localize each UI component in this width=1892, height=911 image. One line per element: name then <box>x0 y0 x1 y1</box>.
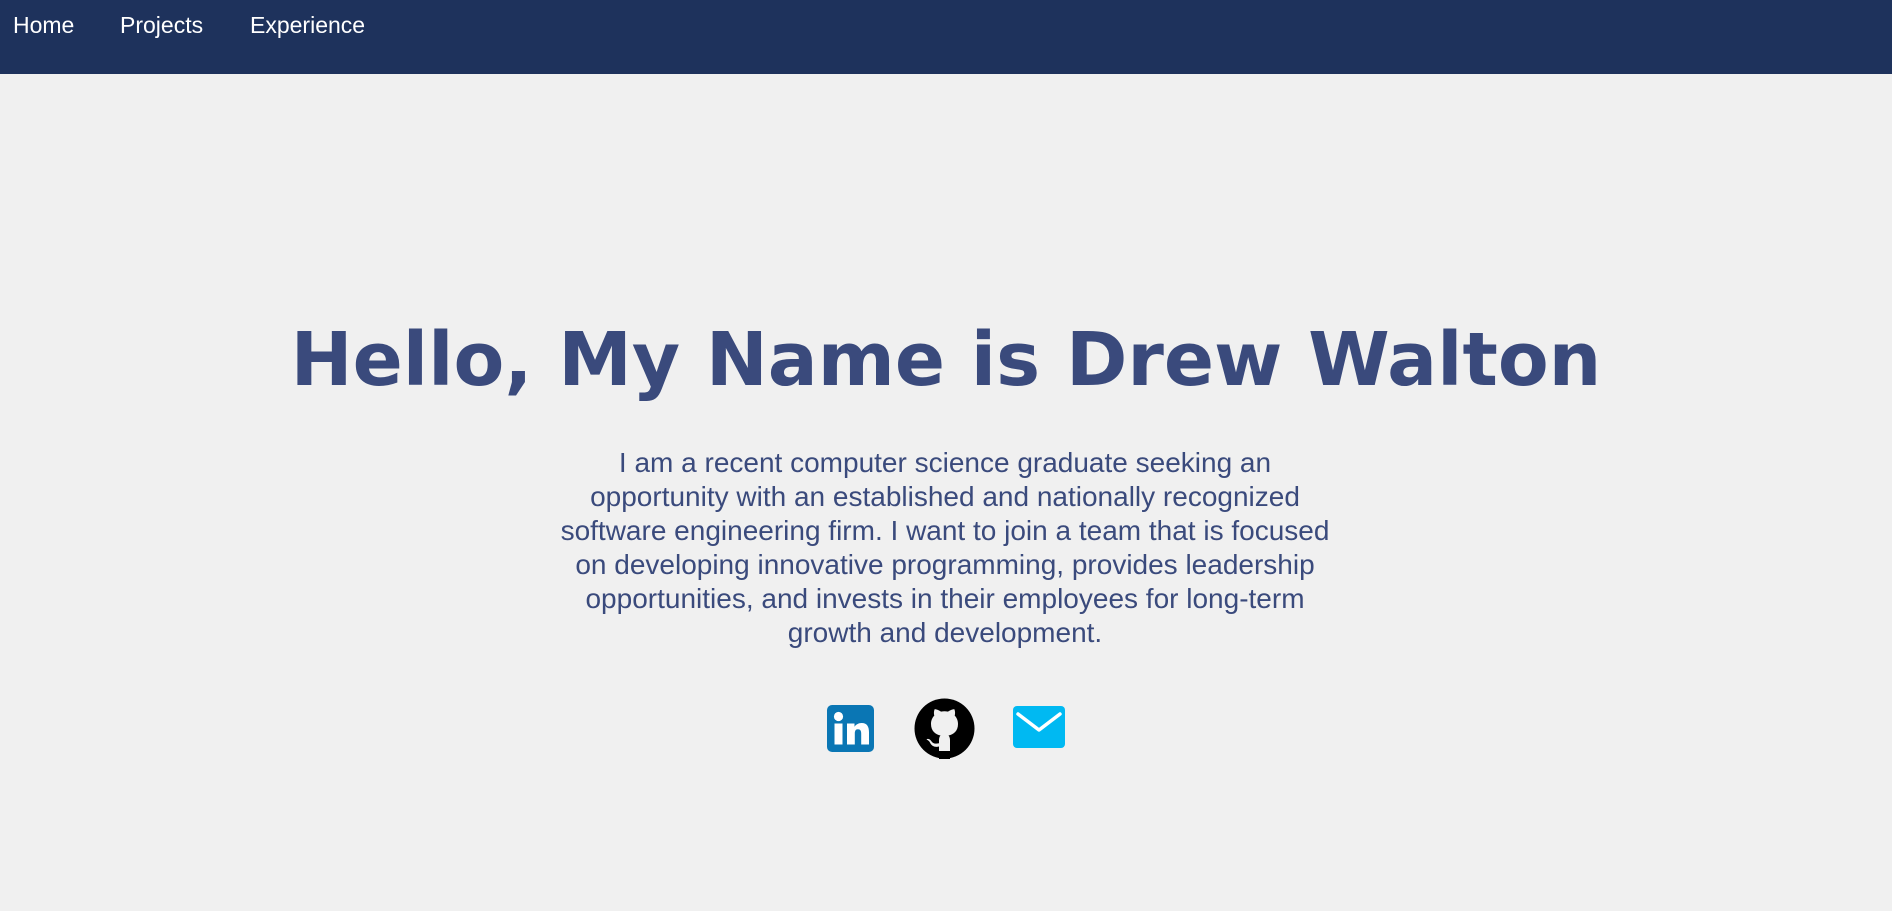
hero-title: Hello, My Name is Drew Walton <box>290 317 1602 403</box>
navbar: Home Projects Experience <box>0 0 1892 74</box>
linkedin-icon <box>827 705 874 752</box>
nav-link-experience[interactable]: Experience <box>250 10 365 40</box>
linkedin-link[interactable] <box>827 705 874 752</box>
github-link[interactable] <box>914 698 975 759</box>
email-icon <box>1013 706 1065 748</box>
email-link[interactable] <box>1013 706 1065 748</box>
hero-bio: I am a recent computer science graduate … <box>560 447 1330 648</box>
github-icon <box>914 698 975 759</box>
nav-link-home[interactable]: Home <box>13 10 74 40</box>
nav-link-projects[interactable]: Projects <box>120 10 203 40</box>
